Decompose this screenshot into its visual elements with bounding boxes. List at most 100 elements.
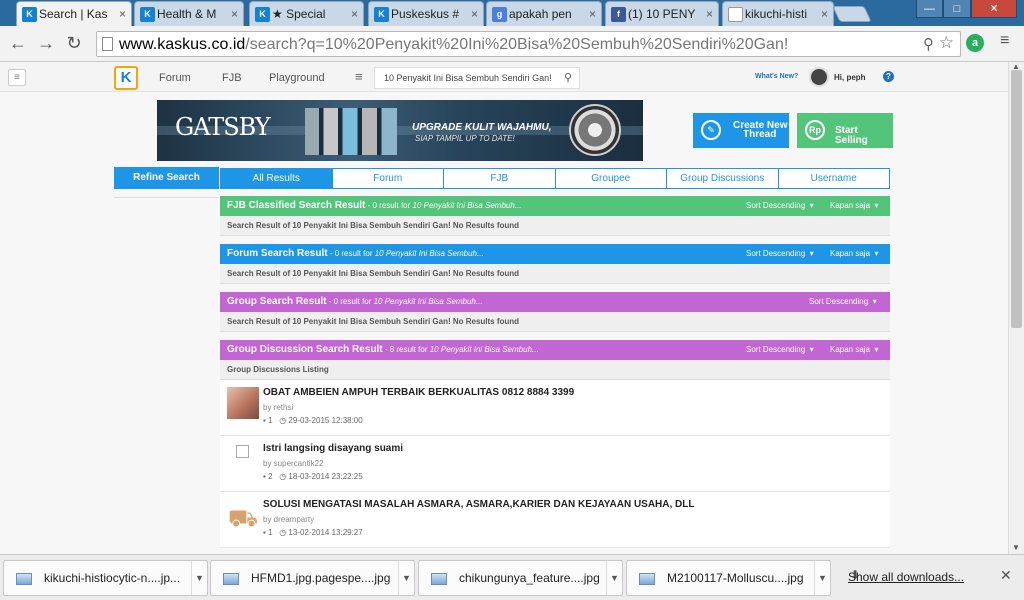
query-text: 10 Penyakit Ini Bisa Sembuh... [373, 297, 483, 306]
refine-search-button[interactable]: Refine Search [114, 167, 219, 189]
browser-tab[interactable]: K Search | Kas × [16, 1, 132, 26]
maximize-button[interactable]: □ [943, 0, 971, 18]
category-menu-icon[interactable]: ≡ [355, 69, 363, 84]
thread-title[interactable]: SOLUSI MENGATASI MASALAH ASMARA, ASMARA,… [263, 499, 695, 510]
nav-playground[interactable]: Playground [269, 72, 325, 84]
chevron-down-icon[interactable]: ▼ [606, 561, 622, 595]
time-dropdown[interactable]: Kapan saja ▾ [830, 196, 879, 216]
thread-date: 29-03-2015 12:38:00 [288, 416, 363, 425]
chevron-down-icon[interactable]: ▼ [814, 561, 830, 595]
scroll-down-icon[interactable]: ▼ [1012, 543, 1020, 552]
result-count: - 0 result for [327, 249, 375, 258]
tab-title: (1) 10 PENY [628, 7, 696, 21]
create-thread-button[interactable]: ✎ Create New Thread [693, 113, 789, 148]
site-search-input[interactable]: 10 Penyakit Ini Bisa Sembuh Sendiri Gan!… [374, 67, 580, 89]
tab-title: ★ Special [272, 7, 326, 21]
kaskus-logo[interactable]: K [114, 66, 138, 90]
chevron-down-icon[interactable]: ▼ [191, 561, 207, 595]
close-tab-icon[interactable]: × [706, 2, 713, 26]
tab-group-discussions[interactable]: Group Discussions [667, 168, 779, 189]
time-dropdown[interactable]: Kapan saja ▾ [830, 244, 879, 264]
thread-thumbnail[interactable] [227, 387, 259, 419]
list-item[interactable]: OBAT AMBEIEN AMPUH TERBAIK BERKUALITAS 0… [220, 380, 890, 436]
start-selling-label: Start Selling [835, 125, 868, 146]
tab-all-results[interactable]: All Results [220, 168, 333, 189]
sort-label: Sort Descending [746, 345, 806, 354]
reload-icon[interactable]: ↻ [62, 32, 86, 56]
start-selling-button[interactable]: Rp Start Selling [797, 113, 893, 148]
thread-title[interactable]: Istri langsing disayang suami [263, 443, 403, 454]
download-item[interactable]: M2100117-Molluscu....jpg ▼ [626, 560, 831, 596]
refine-divider [114, 197, 219, 198]
browser-tab[interactable]: kikuchi-histi × [722, 1, 834, 26]
sort-dropdown[interactable]: Sort Descending ▾ [746, 340, 814, 360]
whats-new-link[interactable]: What's New? [755, 73, 798, 80]
extension-icon[interactable]: a [966, 34, 984, 52]
close-tab-icon[interactable]: × [589, 2, 596, 26]
browser-tab[interactable]: K Health & M × [134, 1, 244, 26]
sort-label: Sort Descending [746, 249, 806, 258]
gatsby-ad-banner[interactable]: GATSBY UPGRADE KULIT WAJAHMU, SIAP TAMPI… [157, 100, 643, 161]
download-item[interactable]: HFMD1.jpg.pagespe....jpg ▼ [210, 560, 415, 596]
help-icon[interactable]: ? [883, 71, 894, 82]
scrollbar-thumb[interactable] [1011, 70, 1022, 328]
zoom-icon[interactable]: ⚲ [923, 35, 934, 53]
nav-forum[interactable]: Forum [159, 72, 191, 84]
avatar[interactable] [809, 67, 829, 87]
sort-dropdown[interactable]: Sort Descending ▾ [746, 196, 814, 216]
address-bar[interactable]: www.kaskus.co.id/search?q=10%20Penyakit%… [96, 31, 961, 57]
download-item[interactable]: chikungunya_feature....jpg ▼ [418, 560, 623, 596]
show-all-downloads-link[interactable]: Show all downloads... [848, 570, 964, 584]
query-text: 10 Penyakit Ini Bisa Sembuh... [412, 201, 522, 210]
nav-fjb[interactable]: FJB [222, 72, 242, 84]
close-tab-icon[interactable]: × [119, 2, 126, 26]
listing-header: Group Discussions Listing [220, 360, 890, 380]
download-item[interactable]: kikuchi-histiocytic-n....jp... ▼ [3, 560, 208, 596]
menu-icon[interactable]: ≡ [8, 69, 26, 86]
browser-tab[interactable]: g apakah pen × [486, 1, 602, 26]
browser-tab[interactable]: K Puskeskus # × [368, 1, 484, 26]
list-item[interactable]: ⛟ SOLUSI MENGATASI MASALAH ASMARA, ASMAR… [220, 492, 890, 548]
no-results-message: Search Result of 10 Penyakit Ini Bisa Se… [220, 264, 890, 284]
tab-fjb[interactable]: FJB [444, 168, 556, 189]
chrome-menu-icon[interactable]: ≡ [1000, 32, 1009, 50]
list-item[interactable]: Istri langsing disayang suami by superca… [220, 436, 890, 492]
no-results-message: Search Result of 10 Penyakit Ini Bisa Se… [220, 216, 890, 236]
image-file-icon [16, 573, 32, 585]
tab-forum[interactable]: Forum [332, 168, 444, 189]
time-label: Kapan saja [830, 345, 871, 354]
vertical-scrollbar[interactable]: ▲ ▼ [1008, 62, 1024, 554]
browser-tab[interactable]: f (1) 10 PENY × [605, 1, 719, 26]
broken-image-icon[interactable] [236, 445, 249, 458]
close-downloads-icon[interactable]: ✕ [1000, 567, 1012, 584]
url-text[interactable]: www.kaskus.co.id/search?q=10%20Penyakit%… [119, 36, 788, 54]
thread-author[interactable]: by supercantik22 [263, 459, 323, 468]
cart-icon[interactable]: ⛟ [227, 499, 259, 532]
tab-groupee[interactable]: Groupee [555, 168, 667, 189]
forward-icon[interactable]: → [34, 32, 58, 56]
close-tab-icon[interactable]: × [351, 2, 358, 26]
bookmark-star-icon[interactable]: ☆ [939, 33, 954, 53]
download-filename: HFMD1.jpg.pagespe....jpg [251, 571, 391, 585]
result-count: - 0 result for [365, 201, 413, 210]
close-window-button[interactable]: ✕ [971, 0, 1017, 18]
sort-dropdown[interactable]: Sort Descending ▾ [809, 292, 877, 312]
sort-dropdown[interactable]: Sort Descending ▾ [746, 244, 814, 264]
browser-toolbar: ← → ↻ www.kaskus.co.id/search?q=10%20Pen… [0, 26, 1024, 62]
close-tab-icon[interactable]: × [821, 2, 828, 26]
user-greeting[interactable]: Hi, peph [834, 73, 866, 82]
tab-username[interactable]: Username [778, 168, 890, 189]
close-tab-icon[interactable]: × [231, 2, 238, 26]
chevron-down-icon[interactable]: ▼ [398, 561, 414, 595]
close-tab-icon[interactable]: × [471, 2, 478, 26]
reply-count: 2 [268, 472, 273, 481]
thread-author[interactable]: by rethsi [263, 403, 293, 412]
browser-tab[interactable]: K ★ Special × [249, 1, 364, 26]
thread-title[interactable]: OBAT AMBEIEN AMPUH TERBAIK BERKUALITAS 0… [263, 387, 574, 398]
search-icon[interactable]: ⚲ [564, 68, 572, 88]
minimize-button[interactable]: — [916, 0, 943, 18]
time-dropdown[interactable]: Kapan saja ▾ [830, 340, 879, 360]
thread-author[interactable]: by dreamparty [263, 515, 314, 524]
back-icon[interactable]: ← [6, 32, 30, 56]
new-tab-button[interactable] [832, 6, 872, 22]
